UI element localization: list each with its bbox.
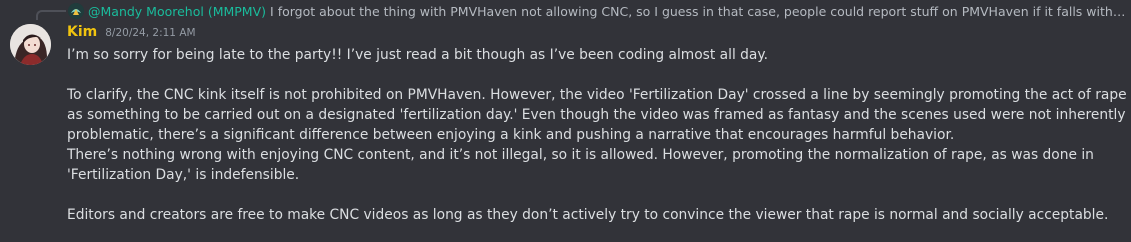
reply-connector: [36, 10, 66, 20]
message-author[interactable]: Kim: [67, 24, 97, 40]
message-header: Kim 8/20/24, 2:11 AM: [67, 24, 196, 44]
message-paragraph: There’s nothing wrong with enjoying CNC …: [67, 147, 1099, 183]
message-paragraph: To clarify, the CNC kink itself is not p…: [67, 87, 1131, 143]
reply-author[interactable]: @Mandy Moorehol (MMPMV): [88, 4, 266, 19]
message-timestamp[interactable]: 8/20/24, 2:11 AM: [105, 27, 195, 39]
reply-text[interactable]: I forgot about the thing with PMVHaven n…: [270, 4, 1128, 19]
message-content: I’m so sorry for being late to the party…: [67, 45, 1127, 225]
avatar[interactable]: [10, 24, 51, 65]
chat-message: @Mandy Moorehol (MMPMV) I forgot about t…: [0, 0, 1131, 242]
reply-preview[interactable]: @Mandy Moorehol (MMPMV) I forgot about t…: [68, 2, 1128, 20]
message-paragraph: Editors and creators are free to make CN…: [67, 207, 1109, 223]
reply-avatar[interactable]: [68, 3, 84, 19]
message-paragraph: I’m so sorry for being late to the party…: [67, 47, 768, 63]
